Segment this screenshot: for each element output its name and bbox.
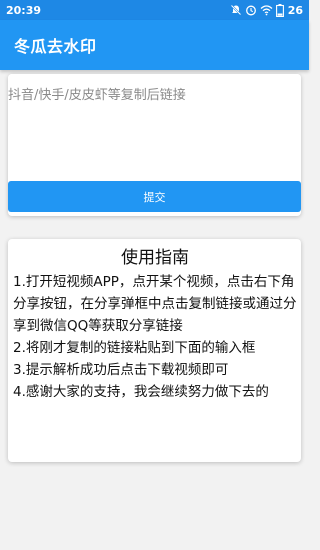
link-input[interactable] [8, 74, 301, 180]
alarm-icon [245, 4, 257, 16]
guide-item: 1.打开短视频APP，点开某个视频，点击右下角分享按钮，在分享弹框中点击复制链接… [13, 274, 297, 334]
wifi-icon [260, 4, 273, 16]
battery-icon [275, 3, 284, 17]
mute-icon [230, 4, 242, 16]
guide-item: 2.将刚才复制的链接粘贴到下面的输入框 [13, 340, 256, 356]
guide-title: 使用指南 [121, 248, 189, 268]
app-bar: 冬瓜去水印 [0, 20, 309, 70]
battery-level: 26 [287, 3, 303, 17]
guide-card: 使用指南 1.打开短视频APP，点开某个视频，点击右下角分享按钮，在分享弹框中点… [8, 239, 301, 462]
app-title: 冬瓜去水印 [14, 37, 97, 56]
submit-button[interactable]: 提交 [8, 181, 301, 212]
guide-item: 3.提示解析成功后点击下载视频即可 [13, 362, 229, 378]
input-card: 提交 [8, 74, 301, 216]
status-icons: 26 [230, 3, 303, 17]
guide-item: 4.感谢大家的支持，我会继续努力做下去的 [13, 384, 269, 400]
guide-list: 1.打开短视频APP，点开某个视频，点击右下角分享按钮，在分享弹框中点击复制链接… [13, 271, 297, 403]
status-bar: 20:39 26 [0, 0, 309, 20]
status-time: 20:39 [6, 3, 42, 17]
